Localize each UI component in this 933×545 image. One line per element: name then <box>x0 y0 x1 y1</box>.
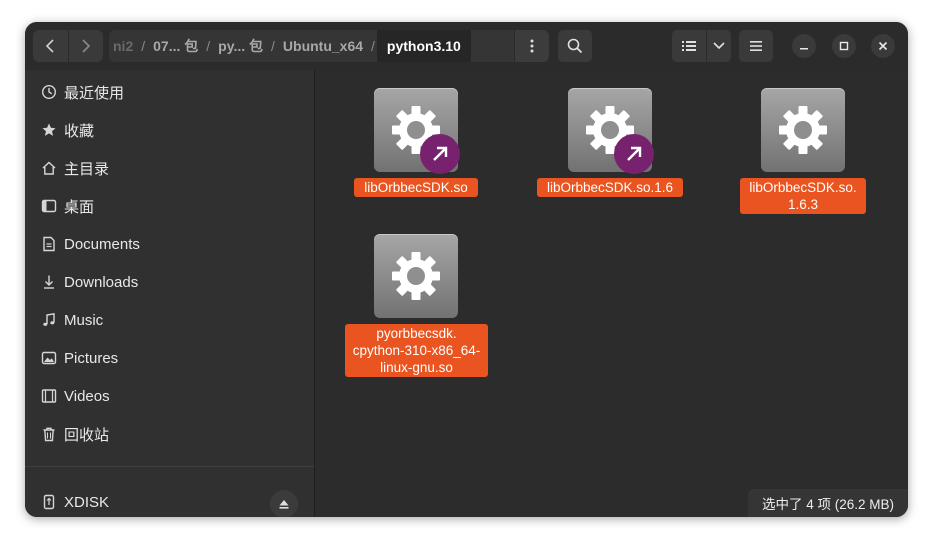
back-button[interactable] <box>33 30 68 62</box>
sidebar-item-label: Pictures <box>64 349 119 367</box>
sidebar-item-label: Documents <box>64 235 140 253</box>
sidebar-item-label: 最近使用 <box>64 84 125 102</box>
breadcrumb-separator: / <box>371 38 375 54</box>
breadcrumb: ni2 / 07... 包 / py... 包 / Ubuntu_x64 / p… <box>109 30 549 62</box>
sidebar-item-recent[interactable]: 最近使用 <box>25 74 314 110</box>
chevron-down-icon <box>713 42 725 50</box>
star-icon <box>38 122 60 138</box>
sidebar-item-documents[interactable]: Documents <box>25 226 314 262</box>
clock-icon <box>38 84 60 100</box>
more-vertical-icon <box>530 39 534 53</box>
breadcrumb-item[interactable]: py... 包 <box>212 30 269 62</box>
chevron-right-icon <box>82 39 90 53</box>
arrow-up-right-icon <box>433 146 448 161</box>
file-label[interactable]: libOrbbecSDK.so. 1.6.3 <box>740 178 866 214</box>
breadcrumb-separator: / <box>141 38 146 54</box>
trash-icon <box>38 426 60 442</box>
file-label[interactable]: libOrbbecSDK.so <box>354 178 478 197</box>
sidebar: 最近使用 收藏 主目录 桌面 Documents Downloads Music… <box>25 70 315 517</box>
gear-icon <box>779 106 827 154</box>
file-label[interactable]: pyorbbecsdk. cpython-310-x86_64- linux-g… <box>345 324 488 377</box>
sidebar-item-pictures[interactable]: Pictures <box>25 340 314 376</box>
close-icon <box>878 41 888 51</box>
file-icon-libOrbbecSDK-so-1-6-3[interactable] <box>761 88 845 172</box>
desktop-icon <box>38 198 60 214</box>
sidebar-item-downloads[interactable]: Downloads <box>25 264 314 300</box>
forward-button[interactable] <box>67 30 104 62</box>
sidebar-item-label: 回收站 <box>64 426 110 444</box>
file-icon-pyorbbecsdk[interactable] <box>374 234 458 318</box>
picture-icon <box>38 350 60 366</box>
list-view-icon <box>682 41 696 51</box>
search-icon <box>567 38 583 54</box>
download-icon <box>38 274 60 290</box>
breadcrumb-separator: / <box>271 38 275 54</box>
sidebar-item-label: Downloads <box>64 273 139 291</box>
close-button[interactable] <box>871 34 895 58</box>
search-button[interactable] <box>558 30 592 62</box>
sidebar-item-label: 主目录 <box>64 160 110 178</box>
view-list-button[interactable] <box>672 30 706 62</box>
breadcrumb-item[interactable]: 07... 包 <box>147 30 204 62</box>
file-label[interactable]: libOrbbecSDK.so.1.6 <box>537 178 683 197</box>
sidebar-divider <box>25 466 314 467</box>
sidebar-item-music[interactable]: Music <box>25 302 314 338</box>
eject-button[interactable] <box>270 490 298 517</box>
header-bar: ni2 / 07... 包 / py... 包 / Ubuntu_x64 / p… <box>25 22 908 71</box>
eject-icon <box>279 500 289 509</box>
maximize-icon <box>839 41 849 51</box>
sidebar-item-label: XDISK <box>64 493 110 511</box>
breadcrumb-current[interactable]: python3.10 <box>376 30 471 62</box>
breadcrumb-item[interactable]: Ubuntu_x64 <box>277 30 369 62</box>
gear-icon <box>392 252 440 300</box>
sidebar-item-label: 收藏 <box>64 122 95 140</box>
main-menu-button[interactable] <box>739 30 773 62</box>
hamburger-menu-icon <box>750 41 762 51</box>
minimize-icon <box>800 48 808 50</box>
file-icon-libOrbbecSDK-so[interactable] <box>374 88 460 174</box>
path-menu-button[interactable] <box>514 30 549 62</box>
video-icon <box>38 388 60 404</box>
sidebar-item-desktop[interactable]: 桌面 <box>25 188 314 224</box>
sidebar-item-label: Music <box>64 311 104 329</box>
status-bar: 选中了 4 项 (26.2 MB) <box>747 489 908 517</box>
sidebar-item-trash[interactable]: 回收站 <box>25 416 314 452</box>
chevron-left-icon <box>46 39 54 53</box>
minimize-button[interactable] <box>792 34 816 58</box>
sidebar-item-videos[interactable]: Videos <box>25 378 314 414</box>
sidebar-item-label: 桌面 <box>64 198 95 216</box>
breadcrumb-item[interactable]: ni2 <box>109 30 139 62</box>
sidebar-item-starred[interactable]: 收藏 <box>25 112 314 148</box>
home-icon <box>38 160 60 176</box>
usb-drive-icon <box>38 494 60 510</box>
sidebar-item-label: Videos <box>64 387 110 405</box>
document-icon <box>38 236 60 252</box>
breadcrumb-separator: / <box>206 38 211 54</box>
view-options-button[interactable] <box>707 30 731 62</box>
file-grid: libOrbbecSDK.so libOrbbecSDK.so.1.6 libO… <box>315 70 908 517</box>
file-icon-libOrbbecSDK-so-1-6[interactable] <box>568 88 654 174</box>
maximize-button[interactable] <box>832 34 856 58</box>
music-icon <box>38 312 60 328</box>
sidebar-item-home[interactable]: 主目录 <box>25 150 314 186</box>
navigation-buttons <box>33 30 103 62</box>
file-manager-window: ni2 / 07... 包 / py... 包 / Ubuntu_x64 / p… <box>25 22 908 517</box>
symlink-badge <box>420 134 460 174</box>
arrow-up-right-icon <box>627 146 642 161</box>
symlink-badge <box>614 134 654 174</box>
